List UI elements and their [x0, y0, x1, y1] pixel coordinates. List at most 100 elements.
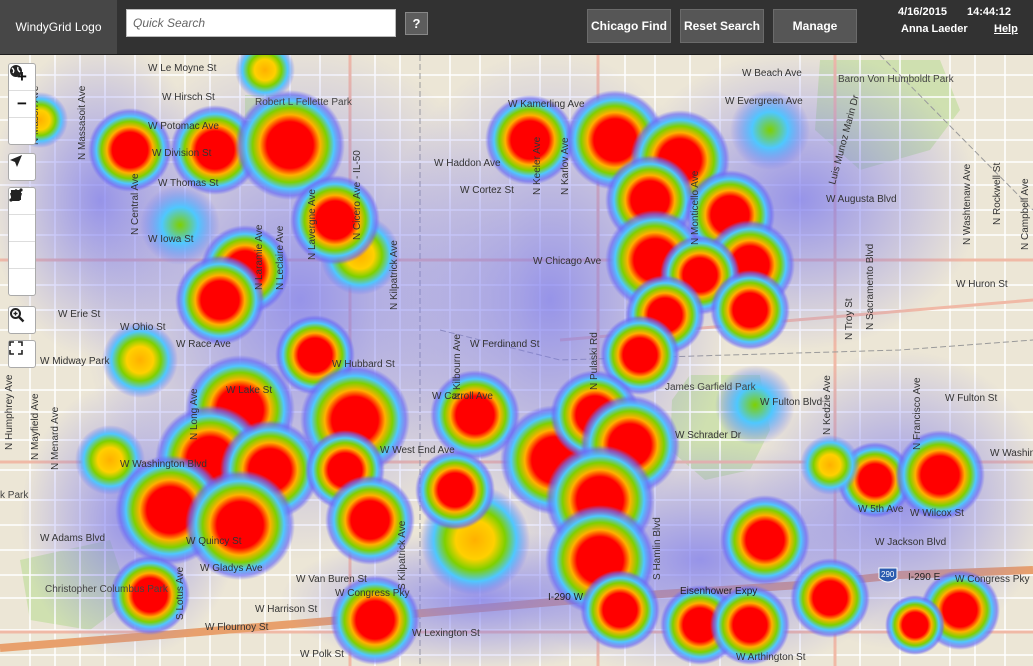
- street-label-kamerling: W Kamerling Ave: [508, 99, 585, 110]
- street-label-congress-e: W Congress Pky: [955, 574, 1029, 585]
- street-label-chicago: W Chicago Ave: [533, 256, 602, 267]
- street-label-wilcox: W Wilcox St: [910, 508, 964, 519]
- street-label-campbell: N Campbell Ave: [1020, 178, 1031, 250]
- street-label-laramie: N Laramie Ave: [254, 224, 265, 290]
- street-label-augusta: W Augusta Blvd: [826, 194, 897, 205]
- street-label-hubbard: W Hubbard St: [332, 359, 395, 370]
- top-bar: WindyGrid Logo ? Chicago Find Reset Sear…: [0, 0, 1033, 55]
- street-label-van-buren: W Van Buren St: [296, 574, 367, 585]
- street-label-karlov: N Karlov Ave: [560, 137, 571, 195]
- street-label-hirsch: W Hirsch St: [162, 92, 215, 103]
- street-label-pulaski: N Pulaski Rd: [589, 332, 600, 390]
- park-label-humboldt: Baron Von Humboldt Park: [838, 74, 955, 85]
- street-label-beach: W Beach Ave: [742, 68, 802, 79]
- street-label-flournoy: W Flournoy St: [205, 622, 269, 633]
- park-label-fellette: Robert L Fellette Park: [255, 97, 353, 108]
- street-label-washtenaw: N Washtenaw Ave: [962, 163, 973, 245]
- chicago-find-button[interactable]: Chicago Find: [587, 9, 671, 43]
- park-label-garfield: James Garfield Park: [665, 382, 757, 393]
- street-label-francisco: N Francisco Ave: [912, 377, 923, 450]
- street-label-iowa: W Iowa St: [148, 234, 194, 245]
- street-label-ohio: W Ohio St: [120, 322, 166, 333]
- user-name: Anna Laeder: [901, 23, 968, 35]
- street-label-5th: W 5th Ave: [858, 504, 904, 515]
- street-label-schrader: W Schrader Dr: [675, 430, 742, 441]
- street-label-harrison: W Harrison St: [255, 604, 317, 615]
- zoom-box-control: [8, 306, 36, 334]
- quick-search-input[interactable]: [126, 9, 396, 37]
- street-label-leclaire: N Leclaire Ave: [275, 225, 286, 290]
- draw-controls: [8, 187, 36, 296]
- street-label-lavergne: N Lavergne Ave: [307, 189, 318, 260]
- zoom-box-button[interactable]: [9, 307, 35, 333]
- time-label: 14:44:12: [967, 6, 1012, 18]
- street-label-kedzie: N Kedzie Ave: [822, 375, 833, 435]
- street-label-cicero: N Cicero Ave - IL-50: [352, 150, 363, 240]
- street-label-massasoit: N Massasoit Ave: [77, 85, 88, 160]
- street-label-arthington: W Arthington St: [736, 652, 806, 663]
- magnifier-icon: [10, 308, 25, 323]
- street-label-keeler: N Keeler Ave: [532, 136, 543, 195]
- street-label-evergreen: W Evergreen Ave: [725, 96, 803, 107]
- street-label-mayfield: N Mayfield Ave: [30, 393, 41, 460]
- help-link[interactable]: Help: [994, 23, 1018, 35]
- street-label-fulton-st: W Fulton St: [945, 393, 997, 404]
- locate-control: [8, 153, 36, 181]
- heatmap-layer: [0, 55, 1033, 666]
- park-label-edge: k Park: [0, 490, 29, 501]
- street-label-lake: W Lake St: [226, 385, 272, 396]
- i290-shield-number: 290: [881, 570, 895, 579]
- street-label-quincy: W Quincy St: [186, 536, 242, 547]
- navigation-arrow-icon: [10, 155, 22, 167]
- street-label-i290-w: I-290 W: [548, 592, 584, 603]
- street-label-i290-e: I-290 E: [908, 572, 941, 583]
- street-label-erie: W Erie St: [58, 309, 100, 320]
- minus-icon: −: [17, 94, 27, 113]
- map-svg: W Le Moyne St W Hirsch St W Potomac Ave …: [0, 55, 1033, 666]
- street-label-sacramento: N Sacramento Blvd: [865, 244, 876, 330]
- street-label-fulton-blvd: W Fulton Blvd: [760, 397, 822, 408]
- search-help-button[interactable]: ?: [405, 12, 428, 35]
- street-label-race: W Race Ave: [176, 339, 231, 350]
- globe-icon: [10, 65, 22, 77]
- street-label-potomac: W Potomac Ave: [148, 121, 219, 132]
- draw-polygon-button[interactable]: [9, 189, 35, 242]
- street-label-long: N Long Ave: [189, 388, 200, 440]
- fullscreen-button[interactable]: [9, 341, 35, 367]
- street-label-lotus: S Lotus Ave: [175, 566, 186, 620]
- street-label-west-end: W West End Ave: [380, 445, 455, 456]
- fullscreen-icon: [9, 341, 23, 355]
- zoom-out-button[interactable]: −: [9, 91, 35, 118]
- street-label-le-moyne: W Le Moyne St: [148, 63, 217, 74]
- street-label-lexington: W Lexington St: [412, 628, 480, 639]
- street-label-washington: W Washington: [990, 448, 1033, 459]
- street-label-polk: W Polk St: [300, 649, 344, 660]
- date-label: 4/16/2015: [898, 6, 947, 18]
- draw-circle-button[interactable]: [9, 190, 35, 295]
- street-label-cortez: W Cortez St: [460, 185, 514, 196]
- draw-rectangle-button[interactable]: [9, 190, 35, 269]
- circle-icon: [11, 190, 21, 200]
- street-label-s-kilpatrick: S Kilpatrick Ave: [397, 520, 408, 590]
- street-label-haddon: W Haddon Ave: [434, 158, 501, 169]
- street-label-ferdinand: W Ferdinand St: [470, 339, 540, 350]
- globe-button[interactable]: [9, 65, 35, 144]
- street-label-central: N Central Ave: [130, 173, 141, 235]
- street-label-midway: W Midway Park: [40, 356, 110, 367]
- street-label-division: W Division St: [152, 148, 212, 159]
- street-label-rockwell: N Rockwell St: [992, 163, 1003, 225]
- street-label-humphrey: N Humphrey Ave: [4, 374, 15, 450]
- street-label-kilbourn: N Kilbourn Ave: [452, 334, 463, 400]
- street-label-menard: N Menard Ave: [50, 406, 61, 470]
- street-label-washington-blvd: W Washington Blvd: [120, 459, 207, 470]
- street-label-adams: W Adams Blvd: [40, 533, 105, 544]
- street-label-kilpatrick: N Kilpatrick Ave: [389, 240, 400, 310]
- reset-search-button[interactable]: Reset Search: [680, 9, 764, 43]
- manage-button[interactable]: Manage: [773, 9, 857, 43]
- map-canvas[interactable]: W Le Moyne St W Hirsch St W Potomac Ave …: [0, 55, 1033, 666]
- street-label-monticello: N Monticello Ave: [690, 170, 701, 245]
- street-label-jackson: W Jackson Blvd: [875, 537, 946, 548]
- locate-button[interactable]: [9, 154, 35, 180]
- i290-shield: 290: [878, 567, 898, 583]
- street-label-thomas: W Thomas St: [158, 178, 219, 189]
